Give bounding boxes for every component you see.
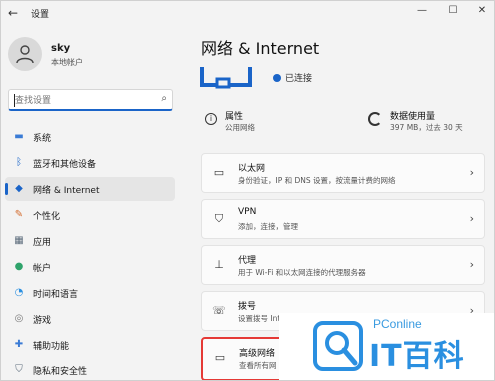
card-proxy[interactable]: ⊥ 代理 用于 Wi-Fi 和以太网连接的代理服务器 ›: [201, 245, 485, 285]
nav-item-network[interactable]: ◆ 网络 & Internet: [5, 177, 175, 201]
card-title: 高级网络: [239, 349, 276, 359]
watermark-brand-big: IT百科: [369, 339, 465, 374]
card-subtitle: 用于 Wi-Fi 和以太网连接的代理服务器: [238, 268, 366, 277]
card-vpn[interactable]: ⛉ VPN 添加，连接，管理 ›: [201, 199, 485, 239]
search-input[interactable]: [15, 93, 155, 108]
page-title: 网络 & Internet: [201, 39, 320, 58]
data-usage-link[interactable]: 数据使用量: [390, 109, 435, 122]
chevron-right-icon: ›: [469, 212, 474, 225]
advanced-network-icon: ▭: [214, 351, 226, 364]
ethernet-hero-icon: [200, 67, 252, 89]
nav-item-label: 隐私和安全性: [33, 367, 88, 377]
account-type: 本地帐户: [51, 58, 83, 67]
nav-item-label: 网络 & Internet: [33, 186, 100, 196]
nav-item-label: 时间和语言: [33, 290, 79, 300]
nav-item-label: 应用: [33, 238, 52, 248]
nav-item-label: 蓝牙和其他设备: [33, 160, 97, 170]
maximize-icon[interactable]: ☐: [442, 3, 464, 19]
card-subtitle: 身份验证，IP 和 DNS 设置，按流量计费的网络: [238, 176, 396, 185]
gamepad-icon: ◎: [14, 313, 24, 324]
apps-icon: ▦: [14, 235, 24, 246]
globe-icon: [273, 74, 281, 82]
dialup-icon: ☏: [212, 304, 226, 317]
card-ethernet[interactable]: ▭ 以太网 身份验证，IP 和 DNS 设置，按流量计费的网络 ›: [201, 153, 485, 193]
nav-item-system[interactable]: ▬ 系统: [5, 125, 175, 149]
properties-link[interactable]: 属性: [225, 109, 243, 122]
globe-clock-icon: ◔: [14, 287, 24, 298]
shield-icon: ⛉: [15, 364, 23, 375]
search-icon[interactable]: ⌕: [161, 93, 167, 104]
nav-item-privacy[interactable]: ⛉ 隐私和安全性: [5, 358, 175, 380]
brush-icon: ✎: [14, 209, 24, 220]
nav-item-label: 帐户: [33, 264, 52, 274]
card-title: 代理: [238, 256, 257, 266]
ethernet-icon: ▭: [213, 166, 225, 179]
properties-subtitle: 公用网络: [225, 123, 255, 132]
settings-window: ← 设置 — ☐ ✕ sky 本地帐户 ⌕ ▬ 系统 ᛒ 蓝牙和其他设备 ◆ 网…: [0, 0, 495, 381]
info-icon: i: [205, 113, 217, 125]
close-icon[interactable]: ✕: [471, 3, 493, 19]
status-label: 已连接: [285, 74, 313, 84]
chevron-right-icon: ›: [469, 258, 474, 271]
chevron-right-icon: ›: [469, 166, 474, 179]
card-subtitle: 添加，连接，管理: [238, 222, 298, 231]
nav-item-gaming[interactable]: ◎ 游戏: [5, 307, 175, 331]
nav-item-apps[interactable]: ▦ 应用: [5, 229, 175, 253]
nav-item-label: 辅助功能: [33, 342, 70, 352]
bluetooth-icon: ᛒ: [16, 157, 22, 168]
card-subtitle: 查看所有网: [239, 361, 277, 370]
nav-item-accounts[interactable]: ● 帐户: [5, 255, 175, 279]
nav-item-label: 系统: [33, 134, 52, 144]
connection-status: 已连接: [273, 71, 312, 84]
data-usage-icon: [368, 112, 382, 126]
monitor-icon: ▬: [14, 131, 24, 142]
vpn-shield-icon: ⛉: [214, 212, 224, 225]
nav-item-label: 游戏: [33, 316, 52, 326]
card-title: 拨号: [238, 302, 257, 312]
nav-item-label: 个性化: [33, 212, 61, 222]
card-title: VPN: [238, 207, 257, 217]
wifi-icon: ◆: [15, 183, 23, 194]
proxy-icon: ⊥: [214, 258, 224, 271]
user-name: sky: [51, 43, 71, 54]
active-indicator: [5, 183, 8, 195]
nav-item-accessibility[interactable]: ✚ 辅助功能: [5, 333, 175, 357]
minimize-icon[interactable]: —: [411, 3, 433, 19]
card-title: 以太网: [238, 164, 266, 174]
app-title: 设置: [31, 10, 50, 20]
nav-item-time-language[interactable]: ◔ 时间和语言: [5, 281, 175, 305]
avatar[interactable]: [8, 37, 42, 71]
title-bar: ← 设置 — ☐ ✕: [1, 1, 494, 27]
data-usage-subtitle: 397 MB，过去 30 天: [390, 123, 463, 132]
nav-item-personalization[interactable]: ✎ 个性化: [5, 203, 175, 227]
back-arrow-icon[interactable]: ←: [8, 6, 18, 20]
nav-item-bluetooth[interactable]: ᛒ 蓝牙和其他设备: [5, 151, 175, 175]
accessibility-icon: ✚: [14, 339, 24, 350]
search-box[interactable]: ⌕: [8, 89, 173, 111]
person-avatar-icon: [16, 45, 34, 64]
watermark-brand-small: PConline: [373, 317, 422, 331]
pconline-logo-icon: [313, 321, 363, 371]
person-icon: ●: [14, 261, 24, 272]
